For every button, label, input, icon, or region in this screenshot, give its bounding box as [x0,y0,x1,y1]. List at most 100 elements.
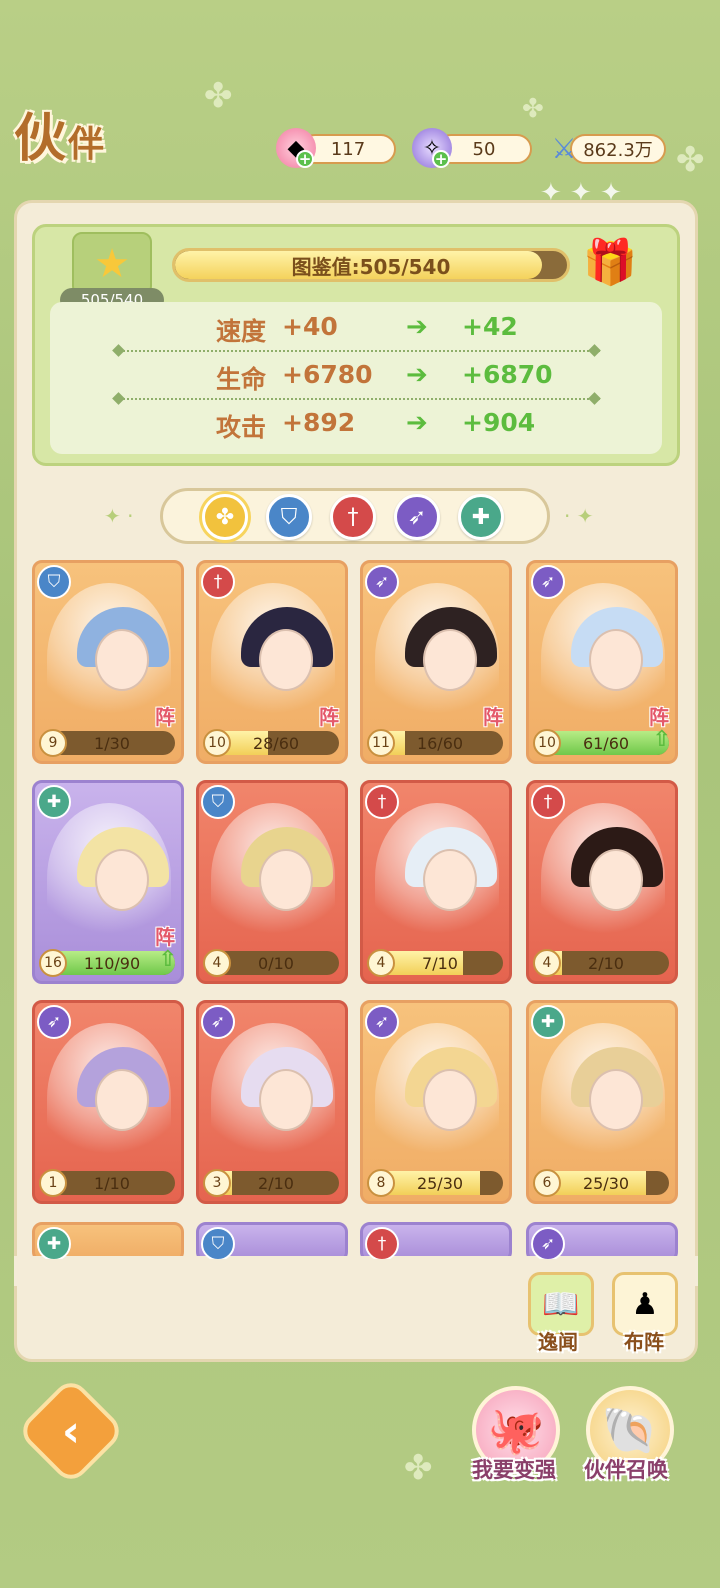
level-badge: 4 [203,949,231,977]
heal-icon: ✚ [37,785,71,819]
sword-icon: † [365,785,399,819]
portrait-face [95,629,149,691]
portrait-face [589,849,643,911]
arrow-right-icon: ➔ [406,408,428,438]
heal-icon: ✚ [531,1005,565,1039]
partner-card[interactable]: ➶ 阵 61/60 10 ⇧ [526,560,678,764]
back-arrow-icon: ‹ [61,1405,81,1457]
power-counter: 862.3万 [570,134,666,164]
level-badge: 10 [533,729,561,757]
heal-icon: ✚ [37,1227,71,1259]
clover-decoration: ✤ [676,140,705,180]
stat-current: +40 [282,312,338,341]
partner-card[interactable]: ✚ 25/30 6 [526,1000,678,1204]
partner-portrait [375,803,499,953]
stat-current: +6780 [282,360,373,389]
partner-portrait [375,583,499,733]
level-badge: 3 [203,1169,231,1197]
partner-portrait [375,1023,499,1173]
clover-decoration: ✤ [522,94,544,124]
formation-label: 布阵 [624,1330,664,1354]
partner-card[interactable]: ✚ 阵 110/90 16 ⇧ [32,780,184,984]
strengthen-label: 我要变强 [472,1458,556,1482]
level-badge: 4 [367,949,395,977]
portrait-face [423,629,477,691]
partner-card[interactable]: ⛉ 阵 1/30 9 [32,560,184,764]
partner-card[interactable]: ➶ 阵 16/60 11 [360,560,512,764]
shard-count: 2/10 [258,1173,294,1193]
clover-decoration: ✤ [404,1448,433,1488]
sparkle-decoration: ✦ · [104,504,134,528]
shard-count: 110/90 [83,953,141,973]
portrait-face [95,849,149,911]
page-title: 伙伴 [14,109,107,169]
upgrade-arrow-icon: ⇧ [652,727,671,752]
bow-icon: ➶ [531,565,565,599]
sword-icon: † [531,785,565,819]
level-badge: 11 [367,729,395,757]
partner-portrait [211,583,335,733]
filter-heal-icon[interactable]: ✚ [458,494,504,540]
partner-card[interactable]: ➶ 1/10 1 [32,1000,184,1204]
shard-count: 7/10 [422,953,458,973]
stat-row-attack: 攻击 +892 ➔ +904 [50,408,662,448]
partner-card[interactable]: ➶ 2/10 3 [196,1000,348,1204]
level-badge: 8 [367,1169,395,1197]
level-badge: 9 [39,729,67,757]
level-badge: 4 [533,949,561,977]
filter-sword-icon[interactable]: † [330,494,376,540]
partner-card[interactable]: ➶ 25/30 8 [360,1000,512,1204]
crossed-swords-icon: ⚔ [551,131,577,165]
portrait-face [95,1069,149,1131]
bow-icon: ➶ [37,1005,71,1039]
portrait-face [259,849,313,911]
grid-bottom-edge [14,1256,698,1286]
stat-name: 速度 [216,317,267,346]
partner-portrait [211,1023,335,1173]
filter-shield-icon[interactable]: ⛉ [266,494,312,540]
shard-count: 61/60 [582,733,630,753]
gift-box-icon[interactable]: 🎁 [580,232,640,292]
shard-count: 1/10 [94,1173,130,1193]
portrait-face [423,1069,477,1131]
shield-icon: ⛉ [201,1227,235,1259]
formation-badge: 阵 [155,925,175,949]
stat-row-speed: 速度 +40 ➔ +42 [50,312,662,352]
stat-next: +904 [462,408,536,437]
portrait-face [423,849,477,911]
shard-count: 28/60 [252,733,300,753]
shield-icon: ⛉ [37,565,71,599]
shard-count: 25/30 [582,1173,630,1193]
formation-badge: 阵 [319,705,339,729]
portrait-face [259,1069,313,1131]
portrait-face [589,629,643,691]
partner-card[interactable]: † 阵 28/60 10 [196,560,348,764]
summon-label: 伙伴召唤 [584,1458,668,1482]
add-crystal-icon[interactable]: + [432,150,450,168]
shard-count: 1/30 [94,733,130,753]
stat-bonus-list: 速度 +40 ➔ +42 生命 +6780 ➔ +6870 攻击 +892 ➔ … [50,302,662,454]
partner-portrait [211,803,335,953]
bow-icon: ➶ [531,1227,565,1259]
portrait-face [259,629,313,691]
partner-card[interactable]: † 2/10 4 [526,780,678,984]
partner-card[interactable]: ⛉ 0/10 4 [196,780,348,984]
add-gem-icon[interactable]: + [296,150,314,168]
power-value: 862.3万 [583,140,653,161]
divider [120,398,600,400]
level-badge: 1 [39,1169,67,1197]
partner-card[interactable]: † 7/10 4 [360,780,512,984]
arrow-right-icon: ➔ [406,360,428,390]
partner-portrait [541,803,665,953]
filter-clover-icon[interactable]: ✤ [202,494,248,540]
gem-count: 117 [330,138,366,160]
crystal-count: 50 [472,138,496,160]
filter-bow-icon[interactable]: ➶ [394,494,440,540]
level-badge: 10 [203,729,231,757]
sword-icon: † [365,1227,399,1259]
bow-icon: ➶ [365,565,399,599]
partner-portrait [47,803,171,953]
clover-decoration: ✤ [204,76,233,116]
divider [120,350,600,352]
shard-count: 25/30 [416,1173,464,1193]
